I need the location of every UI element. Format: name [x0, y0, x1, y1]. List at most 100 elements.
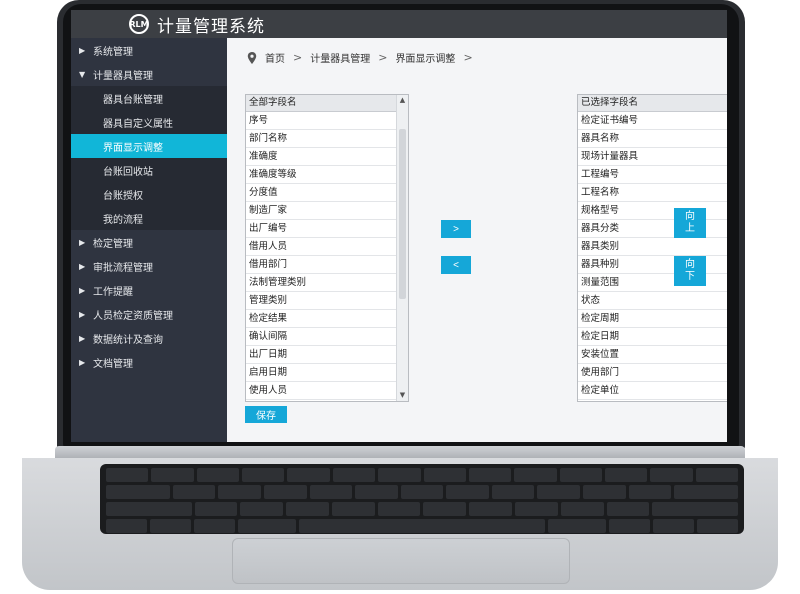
- list-item[interactable]: 出厂编号: [246, 220, 397, 238]
- all-fields-header: 全部字段名: [246, 95, 397, 112]
- breadcrumb-instrument-management[interactable]: 计量器具管理: [310, 50, 370, 65]
- remove-field-button[interactable]: <: [441, 256, 471, 274]
- list-item[interactable]: 启用日期: [246, 364, 397, 382]
- list-item[interactable]: 器具类别: [578, 238, 727, 256]
- location-pin-icon: [247, 51, 257, 64]
- sidebar-item-label: 器具自定义属性: [103, 118, 173, 130]
- selected-fields-header: 已选择字段名: [578, 95, 727, 112]
- keyboard-row: [106, 485, 739, 499]
- move-up-label-1: 向: [685, 211, 695, 222]
- sidebar-item-label: 器具台账管理: [103, 94, 163, 106]
- sidebar-item-label: 界面显示调整: [103, 142, 163, 154]
- sidebar-subitem-recycle-bin[interactable]: 台账回收站: [71, 158, 227, 182]
- sidebar-item-label: 计量器具管理: [93, 70, 153, 82]
- scroll-thumb[interactable]: [399, 129, 406, 299]
- sidebar-subitem-my-workflow[interactable]: 我的流程: [71, 206, 227, 230]
- sidebar-item-label: 我的流程: [103, 214, 143, 226]
- list-item[interactable]: 管理类别: [246, 292, 397, 310]
- sidebar-item-verification[interactable]: ▶ 检定管理: [71, 230, 227, 254]
- list-item[interactable]: 状态: [578, 292, 727, 310]
- list-item[interactable]: 工程编号: [578, 166, 727, 184]
- list-item[interactable]: 现场计量器具: [578, 148, 727, 166]
- breadcrumb: 首页 > 计量器具管理 > 界面显示调整 >: [247, 50, 481, 65]
- sidebar-item-documents[interactable]: ▶ 文档管理: [71, 350, 227, 374]
- sidebar-item-label: 台账回收站: [103, 166, 153, 178]
- list-item[interactable]: 检定证书编号: [578, 112, 727, 130]
- list-item[interactable]: 使用人员: [246, 382, 397, 400]
- main-content: 首页 > 计量器具管理 > 界面显示调整 > 全部字段名 序号 部门名称 准确度…: [227, 38, 727, 442]
- list-item[interactable]: 确认间隔: [246, 328, 397, 346]
- breadcrumb-home[interactable]: 首页: [265, 50, 285, 65]
- breadcrumb-display-adjust: 界面显示调整: [395, 54, 456, 65]
- sidebar-subitem-custom-attributes[interactable]: 器具自定义属性: [71, 110, 227, 134]
- keyboard-row: [106, 519, 738, 533]
- list-item[interactable]: 法制管理类别: [246, 274, 397, 292]
- move-up-button[interactable]: 向 上: [674, 208, 706, 238]
- sidebar-item-instrument-management[interactable]: ▼ 计量器具管理: [71, 62, 227, 86]
- list-item[interactable]: 检定周期: [578, 310, 727, 328]
- move-up-label-2: 上: [685, 223, 695, 234]
- sidebar-item-label: 台账授权: [103, 190, 143, 202]
- list-item[interactable]: 准确度等级: [246, 166, 397, 184]
- chevron-right-icon: ▶: [79, 45, 86, 55]
- chevron-right-icon: >: [293, 51, 303, 64]
- chevron-right-icon: ▶: [79, 309, 86, 319]
- sidebar-item-personnel-qualification[interactable]: ▶ 人员检定资质管理: [71, 302, 227, 326]
- sidebar-item-statistics[interactable]: ▶ 数据统计及查询: [71, 326, 227, 350]
- keyboard-row: [106, 502, 738, 516]
- list-item[interactable]: 使用部门: [578, 364, 727, 382]
- app-title: 计量管理系统: [157, 16, 265, 37]
- list-item[interactable]: 检定结果: [246, 310, 397, 328]
- list-item[interactable]: 出厂日期: [246, 346, 397, 364]
- app-logo-icon: RLM: [129, 14, 149, 34]
- list-item[interactable]: 序号: [246, 112, 397, 130]
- list-item[interactable]: 检定单位: [578, 382, 727, 400]
- move-down-button[interactable]: 向 下: [674, 256, 706, 286]
- list-item[interactable]: 检定日期: [578, 328, 727, 346]
- chevron-right-icon: ▶: [79, 237, 86, 247]
- move-down-label-1: 向: [685, 259, 695, 270]
- trackpad: [232, 538, 570, 584]
- sidebar-subitem-ledger[interactable]: 器具台账管理: [71, 86, 227, 110]
- sidebar-item-work-reminder[interactable]: ▶ 工作提醒: [71, 278, 227, 302]
- sidebar-item-label: 审批流程管理: [93, 262, 153, 274]
- sidebar-item-approval-flow[interactable]: ▶ 审批流程管理: [71, 254, 227, 278]
- sidebar-item-system[interactable]: ▶ 系统管理: [71, 38, 227, 62]
- sidebar-subitem-ledger-auth[interactable]: 台账授权: [71, 182, 227, 206]
- list-item[interactable]: 安装位置: [578, 346, 727, 364]
- all-fields-list[interactable]: 全部字段名 序号 部门名称 准确度 准确度等级 分度值 制造厂家 出厂编号 借用…: [245, 94, 409, 402]
- list-item[interactable]: 部门名称: [246, 130, 397, 148]
- list-item[interactable]: 分度值: [246, 184, 397, 202]
- all-fields-scrollbar[interactable]: ▲ ▼: [396, 95, 408, 401]
- chevron-right-icon: >: [463, 51, 473, 64]
- save-button[interactable]: 保存: [245, 406, 287, 423]
- sidebar-item-label: 系统管理: [93, 46, 133, 58]
- sidebar-item-label: 工作提醒: [93, 286, 133, 298]
- chevron-right-icon: ▶: [79, 357, 86, 367]
- list-item[interactable]: 器具名称: [578, 130, 727, 148]
- sidebar-item-label: 人员检定资质管理: [93, 310, 173, 322]
- add-field-button[interactable]: >: [441, 220, 471, 238]
- list-item[interactable]: 制造厂家: [246, 202, 397, 220]
- selected-fields-list[interactable]: 已选择字段名 检定证书编号 器具名称 现场计量器具 工程编号 工程名称 规格型号…: [577, 94, 727, 402]
- chevron-right-icon: ▶: [79, 261, 86, 271]
- chevron-right-icon: ▶: [79, 333, 86, 343]
- all-fields-rows: 序号 部门名称 准确度 准确度等级 分度值 制造厂家 出厂编号 借用人员 借用部…: [246, 112, 397, 400]
- laptop-body: [22, 458, 778, 590]
- title-bar: RLM 计量管理系统: [71, 10, 727, 38]
- list-item[interactable]: 借用人员: [246, 238, 397, 256]
- laptop-base: [0, 446, 800, 594]
- scroll-up-icon[interactable]: ▲: [397, 95, 408, 106]
- scroll-down-icon[interactable]: ▼: [397, 390, 408, 401]
- chevron-right-icon: ▶: [79, 285, 86, 295]
- keyboard: [100, 464, 744, 534]
- chevron-right-icon: >: [378, 51, 388, 64]
- list-item[interactable]: 借用部门: [246, 256, 397, 274]
- sidebar: ▶ 系统管理 ▼ 计量器具管理 器具台账管理 器具自定义属性 界面显示调整 台账…: [71, 38, 227, 442]
- sidebar-item-label: 数据统计及查询: [93, 334, 163, 346]
- chevron-down-icon: ▼: [79, 69, 86, 79]
- sidebar-subitem-display-adjust[interactable]: 界面显示调整: [71, 134, 227, 158]
- list-item[interactable]: 准确度: [246, 148, 397, 166]
- list-item[interactable]: 工程名称: [578, 184, 727, 202]
- move-down-label-2: 下: [685, 271, 695, 282]
